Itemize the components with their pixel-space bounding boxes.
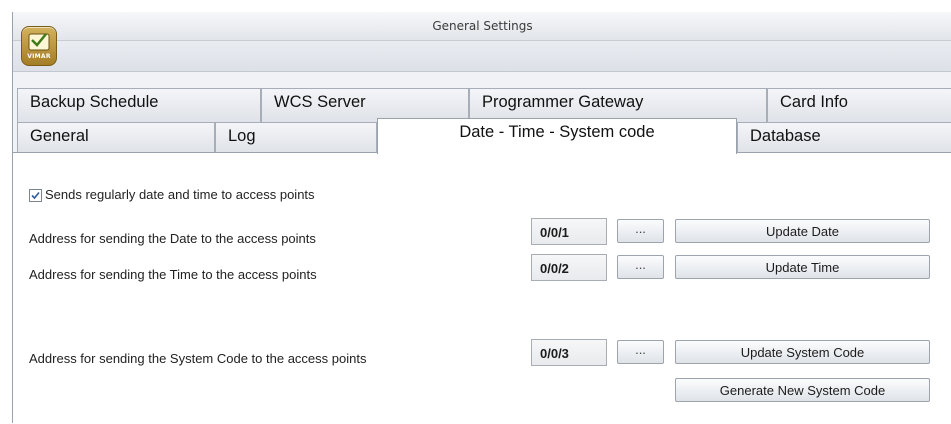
tab-label: Date - Time - System code: [459, 123, 655, 141]
tab-label: Card Info: [780, 93, 848, 111]
system-code-address-field[interactable]: 0/0/3: [531, 339, 607, 366]
tab-log[interactable]: Log: [215, 122, 377, 153]
tab-label: WCS Server: [274, 93, 366, 111]
time-address-field[interactable]: 0/0/2: [531, 254, 607, 281]
time-address-label: Address for sending the Time to the acce…: [29, 267, 317, 282]
tab-wcs-server[interactable]: WCS Server: [261, 88, 469, 122]
date-address-label: Address for sending the Date to the acce…: [29, 231, 316, 246]
window-title: General Settings: [432, 19, 533, 33]
tab-database[interactable]: Database: [737, 122, 951, 153]
checkmark-icon: [31, 191, 40, 200]
update-date-button[interactable]: Update Date: [675, 219, 930, 243]
general-settings-window: General Settings VIMAR Backup Schedule W…: [12, 12, 951, 424]
tab-label: Database: [750, 127, 821, 145]
tab-card-info[interactable]: Card Info: [767, 88, 951, 122]
title-bar: General Settings: [13, 12, 951, 41]
time-browse-button[interactable]: ...: [617, 255, 664, 279]
date-address-field[interactable]: 0/0/1: [531, 218, 607, 245]
update-time-button[interactable]: Update Time: [675, 255, 930, 279]
system-code-address-label: Address for sending the System Code to t…: [29, 351, 367, 366]
vimar-logo-icon: [28, 33, 50, 51]
tab-programmer-gateway[interactable]: Programmer Gateway: [469, 88, 767, 122]
tab-label: Log: [228, 127, 256, 145]
tab-general[interactable]: General: [17, 122, 215, 153]
tab-label: Programmer Gateway: [482, 93, 644, 111]
tab-date-time-system-code[interactable]: Date - Time - System code: [377, 118, 737, 154]
send-regularly-checkbox[interactable]: [29, 189, 42, 202]
update-system-code-button[interactable]: Update System Code: [675, 340, 930, 364]
ribbon-bar: [13, 41, 951, 72]
date-browse-button[interactable]: ...: [617, 219, 664, 243]
generate-new-system-code-button[interactable]: Generate New System Code: [675, 378, 930, 402]
send-regularly-label: Sends regularly date and time to access …: [45, 187, 315, 202]
app-logo-button[interactable]: VIMAR: [21, 26, 57, 66]
tab-content-panel: Sends regularly date and time to access …: [13, 152, 951, 424]
tab-label: Backup Schedule: [30, 93, 159, 111]
tab-backup-schedule[interactable]: Backup Schedule: [17, 88, 261, 122]
system-code-browse-button[interactable]: ...: [617, 340, 664, 364]
logo-text: VIMAR: [27, 53, 51, 60]
tab-label: General: [30, 127, 89, 145]
